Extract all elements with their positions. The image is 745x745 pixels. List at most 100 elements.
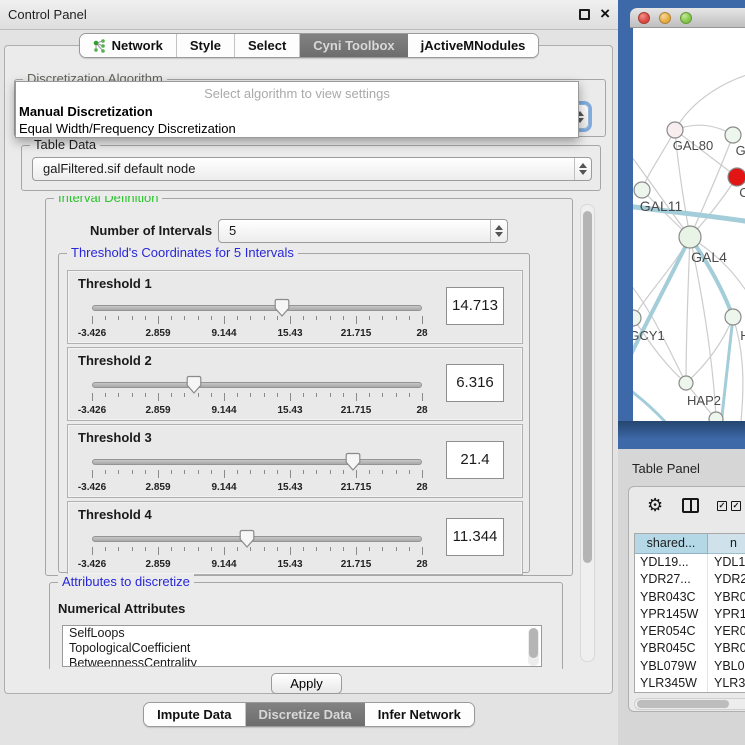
dropdown-option-manual[interactable]: Manual Discretization [19,104,153,119]
network-node[interactable] [725,309,741,325]
table-horizontal-scrollbar[interactable] [634,698,745,710]
network-edge[interactable] [675,73,745,130]
tab-network-label: Network [112,38,163,53]
cell-name[interactable]: YLR345W [708,675,745,692]
slider-track[interactable] [92,382,422,388]
network-node[interactable] [633,310,641,326]
threshold-slider[interactable]: -3.4262.8599.14415.4321.71528 [84,374,434,420]
table-row[interactable]: YDL19...YDL19 [635,554,745,571]
threshold-slider[interactable]: -3.4262.8599.14415.4321.71528 [84,451,434,497]
cell-shared-name[interactable]: YER054C [635,623,708,640]
select-columns-icon[interactable]: ✓ [717,501,727,511]
threshold-value-field[interactable]: 14.713 [446,287,504,325]
threshold-panel-3: Threshold 3-3.4262.8599.14415.4321.71528… [67,424,523,498]
node-table[interactable]: shared... n YDL19...YDL19YDR27...YDR27YB… [634,533,745,693]
table-scrollbar-thumb[interactable] [637,700,729,708]
slider-thumb[interactable] [186,375,202,400]
cell-name[interactable]: YDL19 [708,554,745,571]
slider-thumb[interactable] [345,452,361,477]
table-row[interactable]: YER054CYER054C [635,623,745,640]
slider-track[interactable] [92,305,422,311]
cell-shared-name[interactable]: YLR345W [635,675,708,692]
network-node[interactable] [679,226,701,248]
slider-thumb[interactable] [239,529,255,554]
cell-name[interactable]: YIL052C [708,692,745,693]
close-traffic-light-icon[interactable] [638,12,650,24]
list-scrollbar[interactable] [528,628,539,666]
network-edge-highlighted[interactable] [633,388,688,421]
apply-button[interactable]: Apply [271,673,342,694]
tab-select[interactable]: Select [235,34,300,57]
cell-name[interactable]: YPR145W [708,606,745,623]
network-edge[interactable] [686,237,690,383]
tab-cyni-toolbox[interactable]: Cyni Toolbox [300,34,407,57]
cell-shared-name[interactable]: YPR145W [635,606,708,623]
tab-style[interactable]: Style [177,34,235,57]
table-data-combobox[interactable]: galFiltered.sif default node [32,157,592,181]
network-edge-highlighted[interactable] [721,317,733,421]
threshold-slider[interactable]: -3.4262.8599.14415.4321.71528 [84,528,434,574]
tab-network[interactable]: Network [80,34,177,57]
threshold-value-field[interactable]: 21.4 [446,441,504,479]
cell-name[interactable]: YBR043C [708,589,745,606]
attribute-list-item[interactable]: SelfLoops [63,626,541,641]
cell-shared-name[interactable]: YBR045C [635,640,708,657]
tab-infer-network[interactable]: Infer Network [365,703,474,726]
slider-scale-label: 21.715 [341,328,372,339]
settings-vertical-scrollbar[interactable] [580,204,595,662]
cell-shared-name[interactable]: YBL079W [635,658,708,675]
table-row[interactable]: YDR27...YDR27 [635,571,745,588]
dropdown-option-equal-width[interactable]: Equal Width/Frequency Discretization [19,121,236,136]
slider-track[interactable] [92,459,422,465]
tab-jactivemnodules[interactable]: jActiveMNodules [408,34,539,57]
network-node[interactable] [679,376,693,390]
table-row[interactable]: YBR045CYBR045C [635,640,745,657]
table-row[interactable]: YPR145WYPR145W [635,606,745,623]
attribute-list-item[interactable]: TopologicalCoefficient [63,641,541,656]
minimize-traffic-light-icon[interactable] [659,12,671,24]
float-window-icon[interactable] [579,9,590,20]
column-header-shared-name[interactable]: shared... [635,534,708,554]
settings-scrollbar-thumb[interactable] [583,211,592,563]
network-node[interactable] [667,122,683,138]
network-edge[interactable] [642,130,675,190]
tab-discretize-data[interactable]: Discretize Data [246,703,365,726]
slider-scale-label: 9.144 [211,559,236,570]
network-window-titlebar [630,8,745,28]
network-edge[interactable] [633,237,690,318]
network-node[interactable] [725,127,741,143]
number-of-intervals-combobox[interactable]: 5 [218,219,508,243]
table-row[interactable]: YLR345WYLR345W [635,675,745,692]
attribute-list-item[interactable]: BetweennessCentrality [63,656,541,667]
column-header-name[interactable]: n [708,534,745,554]
cell-name[interactable]: YBL079W [708,658,745,675]
table-row[interactable]: YIL052CYIL052C [635,692,745,693]
numerical-attributes-list[interactable]: SelfLoopsTopologicalCoefficientBetweenne… [62,625,542,667]
threshold-value-field[interactable]: 11.344 [446,518,504,556]
cell-name[interactable]: YBR045C [708,640,745,657]
network-node[interactable] [728,168,745,186]
gear-icon[interactable]: ⚙ [647,495,663,516]
cell-shared-name[interactable]: YDL19... [635,554,708,571]
cell-shared-name[interactable]: YIL052C [635,692,708,693]
cell-shared-name[interactable]: YBR043C [635,589,708,606]
close-icon[interactable]: × [600,4,610,24]
table-row[interactable]: YBR043CYBR043C [635,589,745,606]
slider-track[interactable] [92,536,422,542]
cell-shared-name[interactable]: YDR27... [635,571,708,588]
cell-name[interactable]: YER054C [708,623,745,640]
network-edge[interactable] [675,125,733,135]
cell-name[interactable]: YDR27 [708,571,745,588]
zoom-traffic-light-icon[interactable] [680,12,692,24]
slider-thumb[interactable] [274,298,290,323]
network-node[interactable] [709,412,723,421]
network-canvas[interactable]: GAL80GACGAL11GAL4GCY1HHAP2 [633,28,745,421]
network-node[interactable] [634,182,650,198]
split-table-icon[interactable] [682,498,699,513]
numerical-attributes-label: Numerical Attributes [58,601,185,616]
select-all-columns-icon[interactable]: ✓ [731,501,741,511]
table-row[interactable]: YBL079WYBL079W [635,658,745,675]
threshold-value-field[interactable]: 6.316 [446,364,504,402]
tab-impute-data[interactable]: Impute Data [144,703,245,726]
threshold-slider[interactable]: -3.4262.8599.14415.4321.71528 [84,297,434,343]
